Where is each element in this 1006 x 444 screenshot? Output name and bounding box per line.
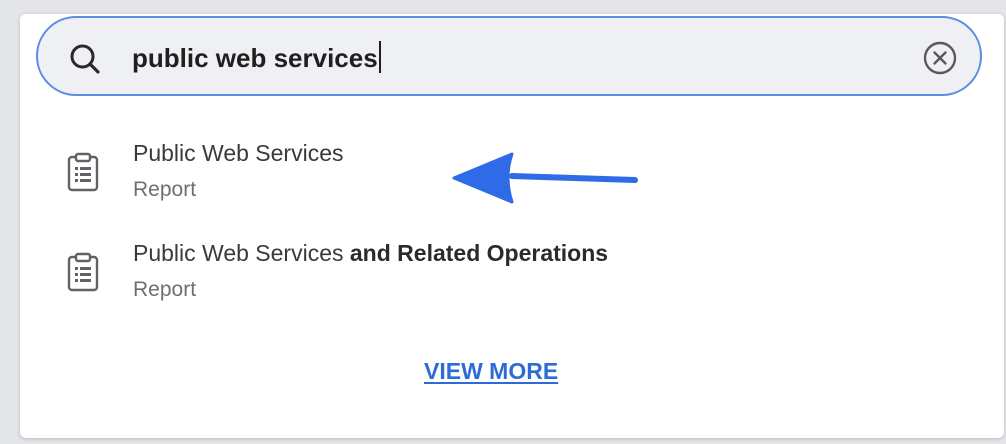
result-type: Report (133, 278, 197, 301)
search-input[interactable]: public web services (132, 40, 381, 76)
result-title: Public Web Services (133, 138, 344, 168)
view-more-link[interactable]: VIEW MORE (424, 356, 558, 386)
result-type: Report (133, 178, 197, 201)
clipboard-report-icon (67, 152, 99, 192)
search-icon (70, 44, 100, 74)
search-result-item[interactable]: Public Web Services and Related Operatio… (20, 226, 1004, 316)
search-query-text: public web services (132, 43, 378, 73)
clipboard-report-icon (67, 252, 99, 292)
search-dropdown-panel: public web services Public Web Services … (20, 14, 1004, 438)
result-title-highlight: and Related Operations (349, 240, 609, 266)
clear-search-icon[interactable] (922, 40, 958, 76)
result-title: Public Web Services and Related Operatio… (133, 238, 608, 268)
text-caret (378, 41, 381, 73)
result-title-text: Public Web Services (133, 240, 350, 266)
result-title-text: Public Web Services (133, 140, 344, 166)
search-bar[interactable]: public web services (36, 16, 982, 96)
annotation-arrow-icon (452, 152, 638, 204)
